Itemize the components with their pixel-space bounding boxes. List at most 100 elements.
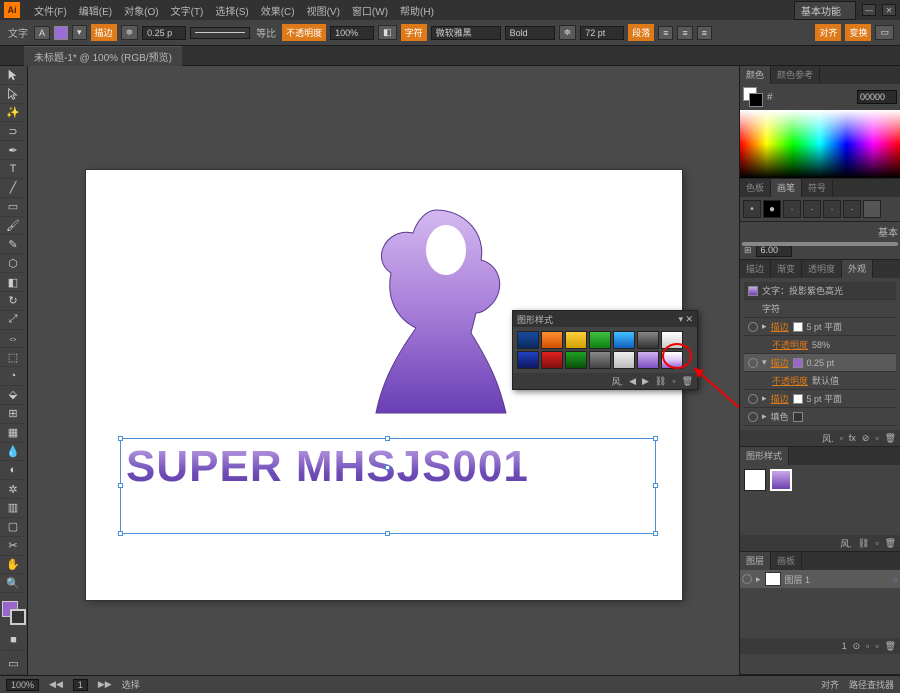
new-layer-icon[interactable]: ▫ xyxy=(875,641,878,651)
uniform-label[interactable]: 等比 xyxy=(254,25,278,40)
size-stepper[interactable]: ≑ xyxy=(559,25,577,40)
paragraph-link[interactable]: 段落 xyxy=(628,24,654,41)
hand-tool[interactable]: ✋ xyxy=(0,556,26,575)
panel-menu-icon[interactable]: ▾ ✕ xyxy=(678,314,693,325)
character-link[interactable]: 字符 xyxy=(401,24,427,41)
brush-lib-icon[interactable]: ⊞ xyxy=(744,245,752,256)
tab-transparency[interactable]: 透明度 xyxy=(802,260,842,278)
stroke-link[interactable]: 描边 xyxy=(771,320,789,333)
next-icon[interactable]: ▶ xyxy=(642,376,649,387)
width-tool[interactable]: ⇔ xyxy=(0,330,26,349)
lasso-tool[interactable]: ⊃ xyxy=(0,122,26,141)
trash-icon[interactable]: 🗑 xyxy=(885,433,896,444)
new-icon[interactable]: ▫ xyxy=(875,538,878,548)
tab-swatches[interactable]: 色板 xyxy=(740,179,771,197)
opacity-link[interactable]: 不透明度 xyxy=(772,338,808,351)
document-tab[interactable]: 未标题-1* @ 100% (RGB/预览) xyxy=(24,46,182,66)
trash-icon[interactable]: 🗑 xyxy=(885,538,896,549)
visibility-icon[interactable] xyxy=(748,394,758,404)
new-sublayer-icon[interactable]: ▫ xyxy=(866,641,869,651)
mesh-tool[interactable]: ⊞ xyxy=(0,405,26,424)
brush-item[interactable]: • xyxy=(743,200,761,218)
tab-stroke[interactable]: 描边 xyxy=(740,260,771,278)
brush-item[interactable]: · xyxy=(783,200,801,218)
tab-symbols[interactable]: 符号 xyxy=(802,179,833,197)
style-swatch[interactable] xyxy=(589,331,611,349)
menu-object[interactable]: 对象(O) xyxy=(118,3,164,18)
tab-layers[interactable]: 图层 xyxy=(740,552,771,570)
pen-tool[interactable]: ✒ xyxy=(0,141,26,160)
rectangle-tool[interactable]: ▭ xyxy=(0,198,26,217)
stroke-color[interactable] xyxy=(10,609,26,625)
color-mode-solid[interactable]: ■ xyxy=(1,629,27,651)
new-fill-icon[interactable]: ▫ xyxy=(840,433,843,443)
isolate-icon[interactable]: ▭ xyxy=(875,25,894,40)
style-swatch[interactable] xyxy=(565,351,587,369)
style-swatch[interactable] xyxy=(565,331,587,349)
fill-stroke-control[interactable] xyxy=(2,601,26,625)
fill-swatch[interactable] xyxy=(54,26,68,40)
canvas[interactable]: SUPER MHSJS001 图形样式 ▾ ✕ xyxy=(28,66,740,675)
new-icon[interactable]: ▫ xyxy=(672,376,675,386)
hex-field[interactable] xyxy=(857,90,897,104)
gradient-tool[interactable]: ▦ xyxy=(0,424,26,443)
brush-preview[interactable] xyxy=(190,27,250,39)
style-swatch[interactable] xyxy=(541,351,563,369)
graphic-styles-floating-panel[interactable]: 图形样式 ▾ ✕ xyxy=(512,310,698,390)
magic-wand-tool[interactable]: ✨ xyxy=(0,104,26,123)
tab-graphic-styles[interactable]: 图形样式 xyxy=(740,447,789,465)
style-swatch[interactable] xyxy=(637,331,659,349)
fill-menu[interactable]: ▾ xyxy=(72,25,87,40)
style-swatch[interactable] xyxy=(613,351,635,369)
rotate-tool[interactable]: ↻ xyxy=(0,292,26,311)
menu-effect[interactable]: 效果(C) xyxy=(255,3,301,18)
align-panel-link[interactable]: 对齐 xyxy=(815,24,841,41)
visibility-icon[interactable] xyxy=(748,412,758,422)
graph-tool[interactable]: ▥ xyxy=(0,499,26,518)
stroke-link[interactable]: 描边 xyxy=(91,24,117,41)
paintbrush-tool[interactable]: 🖌 xyxy=(0,217,26,236)
artwork-figure[interactable] xyxy=(346,200,526,420)
fx-icon[interactable]: fx xyxy=(849,433,856,443)
visibility-icon[interactable] xyxy=(748,322,758,332)
brush-item[interactable]: ● xyxy=(763,200,781,218)
style-swatch-selected[interactable] xyxy=(637,351,659,369)
style-swatch[interactable] xyxy=(613,331,635,349)
opacity-link[interactable]: 不透明度 xyxy=(282,24,326,41)
tab-color-guide[interactable]: 颜色参考 xyxy=(771,66,820,84)
prev-icon[interactable]: ◀ xyxy=(629,376,636,387)
trash-icon[interactable]: 🗑 xyxy=(885,641,896,652)
artboard[interactable]: SUPER MHSJS001 图形样式 ▾ ✕ xyxy=(86,170,682,600)
screen-mode[interactable]: ▭ xyxy=(1,653,27,675)
artboard-next-icon[interactable]: ▶▶ xyxy=(98,679,112,690)
visibility-icon[interactable] xyxy=(748,358,758,368)
line-tool[interactable]: ╱ xyxy=(0,179,26,198)
eraser-tool[interactable]: ◧ xyxy=(0,273,26,292)
type-tool[interactable]: T xyxy=(0,160,26,179)
brush-item[interactable]: · xyxy=(823,200,841,218)
workspace-dropdown[interactable]: 基本功能 xyxy=(794,1,856,20)
symbol-sprayer-tool[interactable]: ✲ xyxy=(0,480,26,499)
transform-link[interactable]: 变换 xyxy=(845,24,871,41)
expand-icon[interactable]: ▸ xyxy=(762,393,767,404)
tab-appearance[interactable]: 外观 xyxy=(842,260,873,278)
minimize-button[interactable]: — xyxy=(862,4,876,16)
brush-item[interactable] xyxy=(863,200,881,218)
shape-builder-tool[interactable]: ◔ xyxy=(0,367,26,386)
menu-type[interactable]: 文字(T) xyxy=(165,3,210,18)
pencil-tool[interactable]: ✎ xyxy=(0,235,26,254)
font-style-field[interactable] xyxy=(505,26,555,40)
menu-edit[interactable]: 编辑(E) xyxy=(73,3,118,18)
stroke-weight-field[interactable] xyxy=(142,26,186,40)
menu-help[interactable]: 帮助(H) xyxy=(394,3,440,18)
tab-artboards[interactable]: 画板 xyxy=(771,552,802,570)
align-center-icon[interactable]: ≡ xyxy=(677,26,692,40)
blend-tool[interactable]: ◐ xyxy=(0,461,26,480)
menu-window[interactable]: 窗口(W) xyxy=(346,3,394,18)
artboard-nav-field[interactable]: 1 xyxy=(73,679,88,691)
chain-icon[interactable]: ⛓ xyxy=(655,376,666,387)
chain-icon[interactable]: ⛓ xyxy=(858,538,869,549)
free-transform-tool[interactable]: ⬚ xyxy=(0,348,26,367)
style-thumb-selected[interactable] xyxy=(770,469,792,491)
expand-icon[interactable]: ▸ xyxy=(756,574,761,585)
